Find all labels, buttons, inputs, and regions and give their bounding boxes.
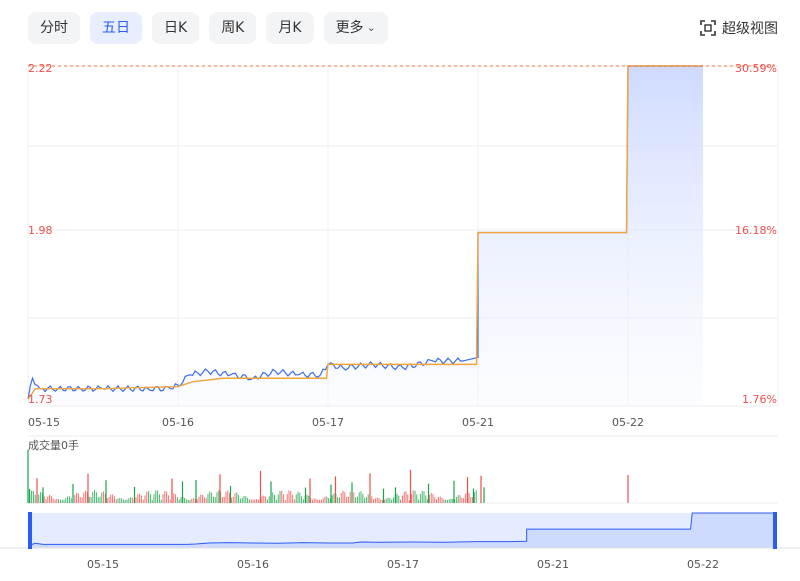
y-tick-right-1: 16.18% (735, 224, 777, 237)
x-tick-0: 05-15 (28, 416, 60, 429)
five-day-chart: 2.221.981.7330.59%16.18%1.76%05-15 05-16 0… (0, 62, 800, 571)
y-tick-left-1: 1.98 (28, 224, 53, 237)
y-tick-left-0: 2.22 (28, 62, 53, 75)
navigator-tick-0: 05-15 (87, 558, 119, 571)
navigator-handle-left[interactable] (28, 512, 32, 549)
x-tick-4: 05-22 (612, 416, 644, 429)
price-area (28, 66, 703, 406)
price-area-fill (28, 66, 703, 406)
navigator-handle-right[interactable] (773, 512, 777, 549)
navigator-tick-4: 05-22 (687, 558, 719, 571)
volume-panel: 成交量0手 (27, 435, 778, 504)
range-navigator: 05-15 05-16 05-17 05-21 05-22 (0, 512, 800, 571)
x-tick-1: 05-16 (162, 416, 194, 429)
navigator-tick-2: 05-17 (387, 558, 419, 571)
volume-label: 成交量0手 (28, 438, 79, 452)
x-tick-3: 05-21 (462, 416, 494, 429)
x-tick-2: 05-17 (312, 416, 344, 429)
y-tick-right-2: 1.76% (742, 393, 777, 406)
navigator-tick-3: 05-21 (537, 558, 569, 571)
navigator-tick-1: 05-16 (237, 558, 269, 571)
y-tick-left-2: 1.73 (28, 393, 53, 406)
y-tick-right-0: 30.59% (735, 62, 777, 75)
